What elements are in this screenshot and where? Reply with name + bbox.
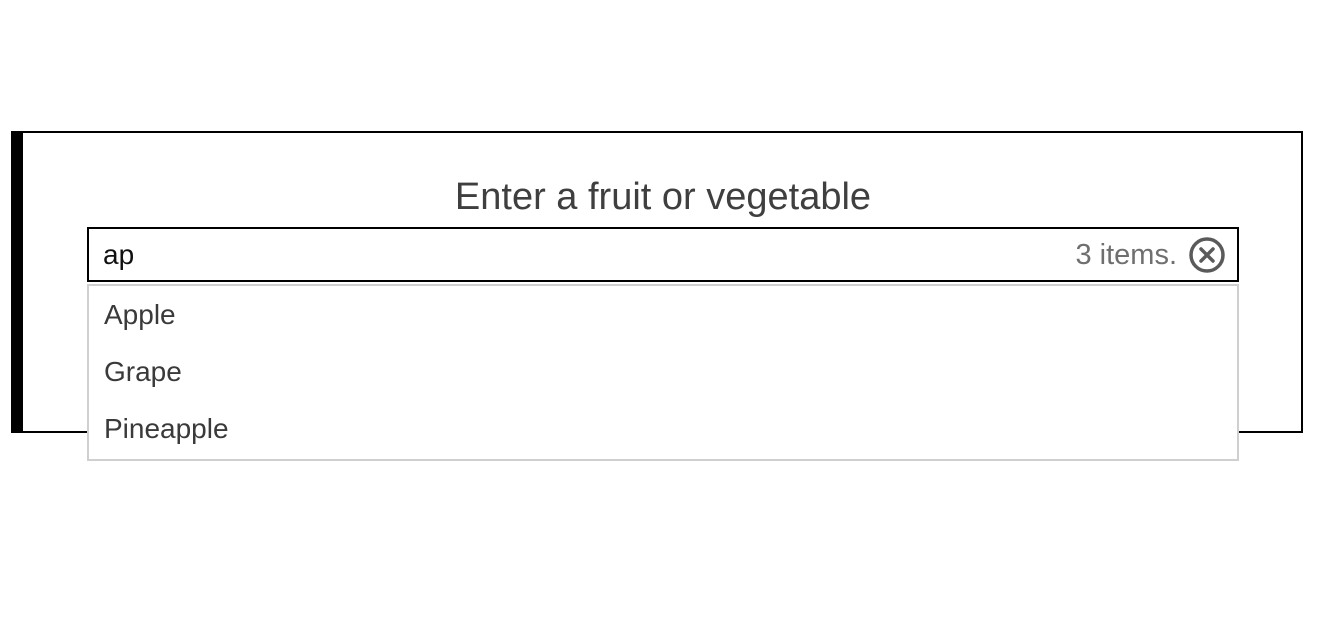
- combobox: 3 items.: [87, 227, 1239, 282]
- clear-button[interactable]: [1189, 237, 1225, 273]
- combobox-label: Enter a fruit or vegetable: [454, 176, 872, 218]
- search-input[interactable]: [103, 235, 1003, 275]
- suggestions-listbox: Apple Grape Pineapple: [87, 284, 1239, 461]
- results-count-status: 3 items.: [1075, 239, 1177, 271]
- suggestion-option-grape[interactable]: Grape: [104, 355, 182, 389]
- close-circle-icon: [1189, 237, 1225, 273]
- suggestion-option-apple[interactable]: Apple: [104, 298, 176, 332]
- suggestion-option-pineapple[interactable]: Pineapple: [104, 412, 229, 446]
